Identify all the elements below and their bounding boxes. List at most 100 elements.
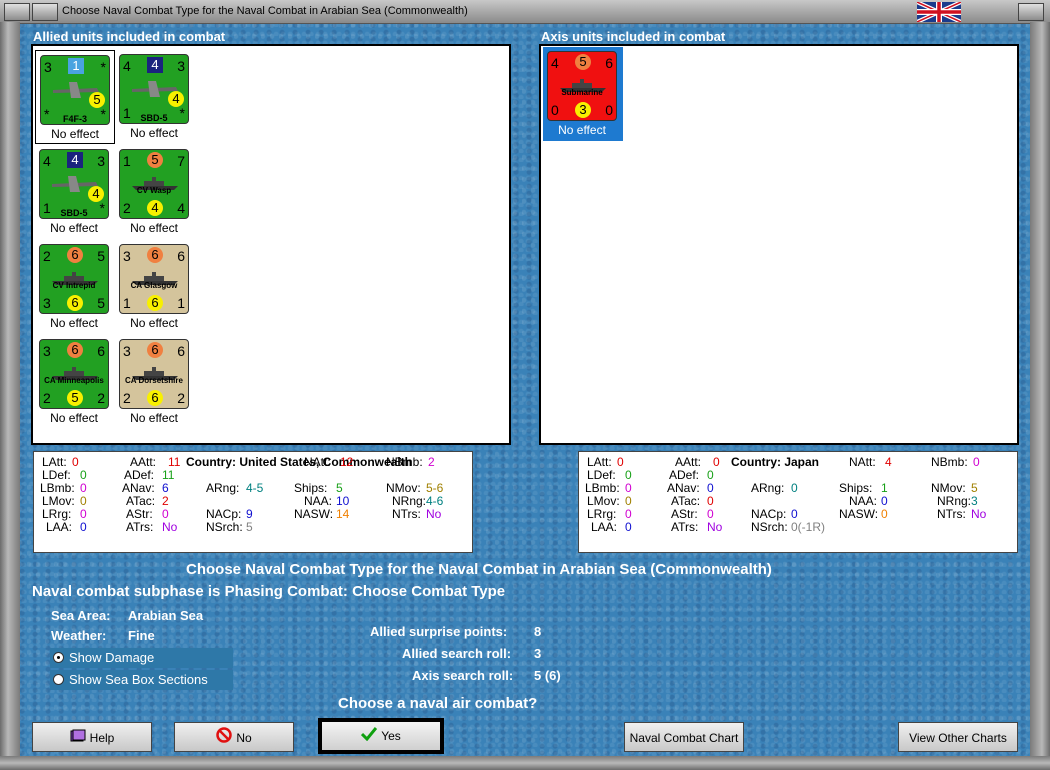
stat-value-naa: 10	[336, 494, 350, 508]
unit-value-br: 2	[97, 390, 105, 406]
unit-counter-8[interactable]: 3 6 2 2 6 6 CA Dorsetshire No effect	[115, 335, 195, 429]
unit-value-bl: 2	[123, 200, 131, 216]
unit-value-tr: 3	[97, 153, 105, 169]
unit-top-badge: 6	[147, 342, 163, 358]
axis-stats-panel: Country: Japan LAtt: 0 AAtt: 0 NAtt: 4 NBmb: 0 LD…	[578, 451, 1018, 553]
title-bar: Choose Naval Combat Type for the Naval C…	[0, 0, 1050, 24]
unit-token: 4 3 1 * 4 4 SBD-5	[39, 149, 109, 219]
stat-value-ldef: 0	[625, 468, 632, 482]
unit-bottom-badge: 3	[575, 102, 591, 118]
unit-value-br: 4	[177, 200, 185, 216]
stat-value-nmov: 5-6	[426, 481, 444, 495]
unit-name: CA Minneapolis	[44, 376, 104, 385]
unit-bottom-badge: 6	[67, 295, 83, 311]
stat-value-lrrg: 0	[80, 507, 87, 521]
unit-counter-5[interactable]: 2 5 3 5 6 6 CV Intrepid No effect	[35, 240, 115, 334]
unit-counter-2[interactable]: 4 3 1 * 4 4 SBD-5 No effect	[115, 50, 195, 144]
unit-counter-7[interactable]: 3 6 2 2 6 5 CA Minneapolis No effect	[35, 335, 115, 429]
unit-counter-1[interactable]: 4 6 0 0 5 3 Submarine No effect	[543, 47, 623, 141]
stat-value-laa: 0	[625, 520, 632, 534]
stat-label-latt: LAtt:	[42, 455, 67, 469]
system-menu-button[interactable]	[4, 3, 30, 21]
unit-top-badge: 6	[147, 247, 163, 263]
stat-label-nsrch: NSrch:	[206, 520, 243, 534]
unit-effect-label: No effect	[50, 411, 98, 425]
unit-name: F4F-3	[62, 114, 87, 124]
unit-effect-label: No effect	[558, 123, 606, 137]
no-button[interactable]: No	[174, 722, 294, 752]
stat-value-atrs: No	[707, 520, 723, 534]
book-icon	[70, 724, 86, 754]
unit-value-tr: 5	[97, 248, 105, 264]
unit-counter-1[interactable]: 3 * * * 1 5 F4F-3 No effect	[35, 50, 115, 144]
show-sea-box-radio[interactable]: Show Sea Box Sections	[50, 670, 233, 690]
stat-value-arng: 0	[791, 481, 798, 495]
stat-value-natt: 12	[340, 455, 354, 469]
surprise-value: 8	[534, 624, 542, 639]
unit-name: CA Glasgow	[130, 281, 178, 290]
sea-area-value: Arabian Sea	[128, 608, 204, 623]
unit-token: 3 6 1 1 6 6 CA Glasgow	[119, 244, 189, 314]
stat-value-lbmb: 0	[80, 481, 87, 495]
other-charts-label: View Other Charts	[909, 731, 1007, 745]
stat-label-laa: LAA:	[591, 520, 618, 534]
stat-label-naa: NAA:	[304, 494, 333, 508]
stat-label-ntrs: NTrs:	[937, 507, 966, 521]
stat-label-atrs: ATrs:	[671, 520, 699, 534]
stat-value-lbmb: 0	[625, 481, 632, 495]
stat-label-nrng: NRng:	[392, 494, 427, 508]
weather-label: Weather:	[51, 628, 107, 643]
naval-combat-chart-button[interactable]: Naval Combat Chart	[624, 722, 744, 752]
allied-units-panel[interactable]: 3 * * * 1 5 F4F-3 No effect 4 3 1 * 4 4 SBD-5 No effect…	[31, 44, 511, 445]
stat-value-latt: 0	[72, 455, 79, 469]
bottom-frame	[0, 756, 1050, 770]
unit-value-tr: 7	[177, 153, 185, 169]
unit-value-tl: 4	[123, 58, 131, 74]
minimize-button[interactable]	[32, 3, 58, 21]
stat-label-arng: ARng:	[751, 481, 785, 495]
view-other-charts-button[interactable]: View Other Charts	[898, 722, 1018, 752]
axis-units-panel[interactable]: 4 6 0 0 5 3 Submarine No effect	[539, 44, 1019, 445]
stat-label-aatt: AAtt:	[130, 455, 157, 469]
unit-top-badge: 5	[575, 54, 591, 70]
yes-button[interactable]: Yes	[318, 718, 444, 754]
stat-label-astr: AStr:	[671, 507, 698, 521]
stat-value-nsrch: 0(-1R)	[791, 520, 826, 534]
unit-top-badge: 1	[68, 58, 84, 74]
stat-value-lmov: 0	[80, 494, 87, 508]
stat-label-atac: ATac:	[126, 494, 156, 508]
stat-label-nbmb: NBmb:	[386, 455, 423, 469]
question-text: Choose a naval air combat?	[338, 695, 538, 712]
stat-value-lmov: 0	[625, 494, 632, 508]
unit-value-bl: 0	[551, 102, 559, 118]
stat-label-arng: ARng:	[206, 481, 240, 495]
unit-effect-label: No effect	[51, 127, 99, 141]
show-damage-radio[interactable]: Show Damage	[50, 648, 233, 668]
unit-value-bl: 1	[123, 295, 131, 311]
unit-counter-6[interactable]: 3 6 1 1 6 6 CA Glasgow No effect	[115, 240, 195, 334]
unit-counter-3[interactable]: 4 3 1 * 4 4 SBD-5 No effect	[35, 145, 115, 239]
stat-label-lbmb: LBmb:	[585, 481, 620, 495]
help-button[interactable]: Help	[32, 722, 152, 752]
stat-label-atrs: ATrs:	[126, 520, 154, 534]
stat-value-atac: 0	[707, 494, 714, 508]
stat-value-anav: 0	[707, 481, 714, 495]
unit-value-tl: 3	[43, 343, 51, 359]
unit-effect-label: No effect	[130, 221, 178, 235]
stat-label-lrrg: LRrg:	[587, 507, 617, 521]
stat-value-latt: 0	[617, 455, 624, 469]
stat-value-nasw: 14	[336, 507, 350, 521]
close-button[interactable]	[1018, 3, 1044, 21]
stat-value-natt: 4	[885, 455, 892, 469]
stat-label-nacp: NACp:	[206, 507, 242, 521]
allied-heading: Allied units included in combat	[33, 29, 226, 44]
unit-effect-label: No effect	[50, 221, 98, 235]
unit-value-bl: 2	[43, 390, 51, 406]
radio-selected-icon	[53, 652, 64, 663]
stat-value-naa: 0	[881, 494, 888, 508]
unit-counter-4[interactable]: 1 7 2 4 5 4 CV Wasp No effect	[115, 145, 195, 239]
stat-value-atac: 2	[162, 494, 169, 508]
unit-effect-label: No effect	[130, 126, 178, 140]
stat-label-lmov: LMov:	[42, 494, 75, 508]
unit-value-tr: 6	[97, 343, 105, 359]
